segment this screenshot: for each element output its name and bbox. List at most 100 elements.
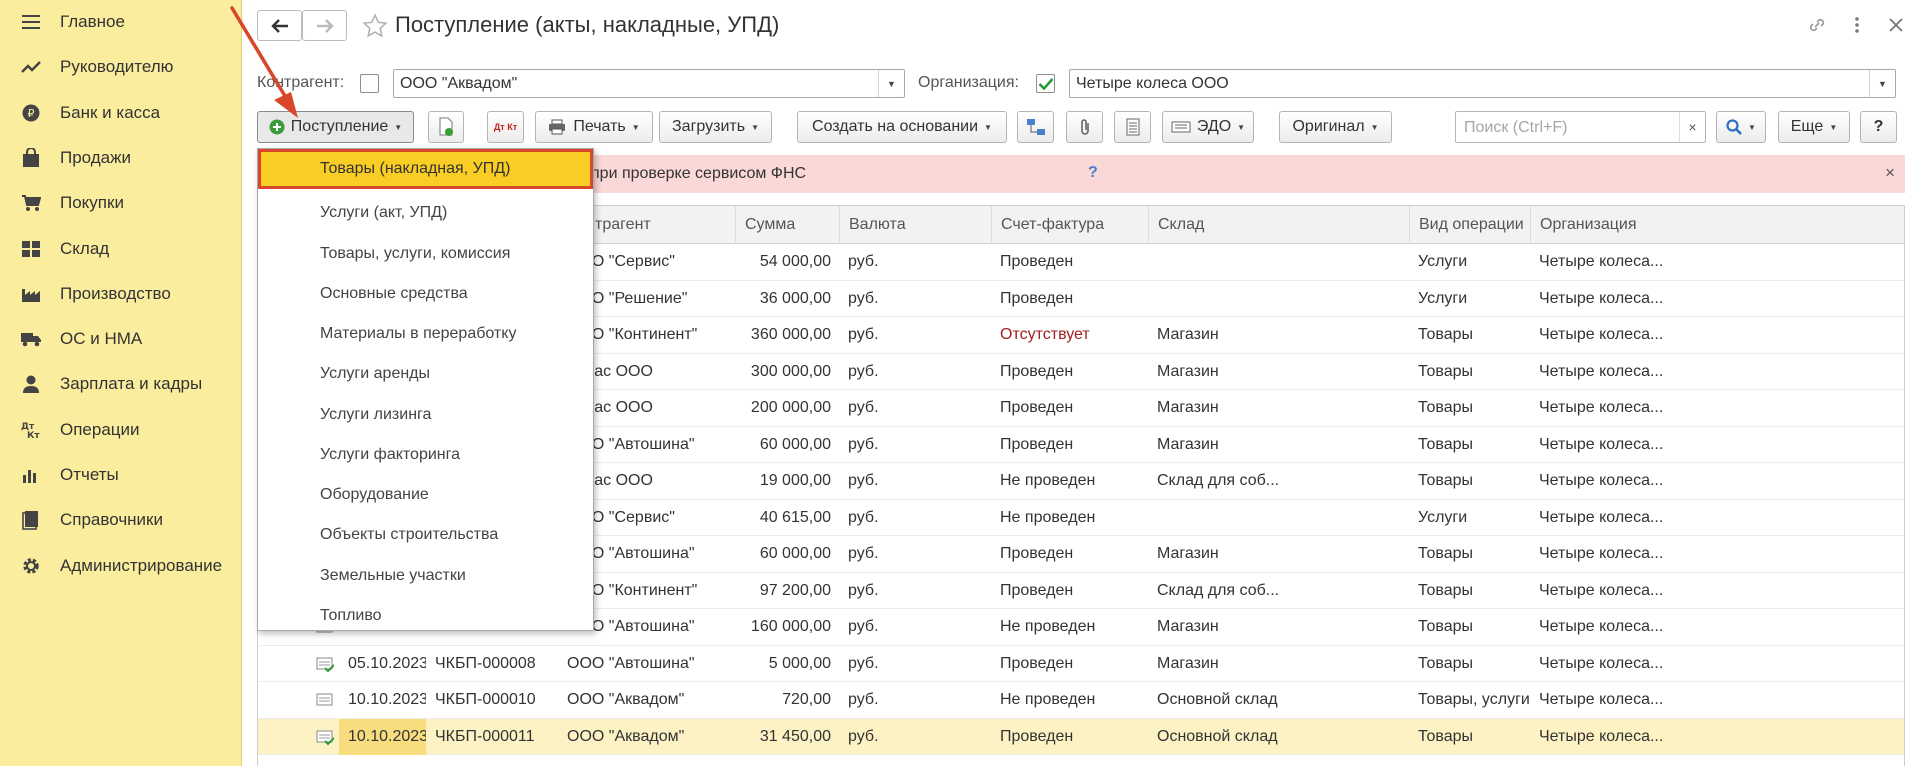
page-title: Поступление (акты, накладные, УПД) [395, 12, 780, 37]
menu-item[interactable]: Товары, услуги, комиссия [258, 234, 593, 274]
menu-item[interactable]: Услуги лизинга [258, 395, 593, 435]
menu-item[interactable]: Топливо [258, 596, 593, 636]
warehouse-icon [20, 238, 42, 260]
table-cell-org: Четыре колеса... [1539, 326, 1664, 343]
search-button[interactable]: ▼ [1716, 111, 1766, 143]
menu-item[interactable]: Услуги факторинга [258, 435, 593, 475]
back-button[interactable] [257, 10, 302, 41]
dtkt-button[interactable]: Дт Кт [487, 111, 524, 143]
table-header-cell[interactable]: Вид операции [1409, 206, 1530, 244]
table-cell-currency: руб. [848, 508, 879, 526]
table-cell-org: Четыре колеса... [1539, 508, 1664, 526]
search-placeholder: Поиск (Ctrl+F) [1464, 119, 1568, 136]
table-header-cell[interactable]: Валюта [839, 206, 991, 244]
table-cell-sum: 200 000,00 [750, 399, 831, 416]
document-add-icon [439, 117, 453, 136]
sidebar-item[interactable]: ОС и НМА [0, 319, 242, 359]
sidebar-item[interactable]: Продажи [0, 138, 242, 178]
warning-close-icon[interactable]: × [1885, 163, 1895, 183]
close-icon[interactable] [1885, 14, 1907, 36]
table-cell-operation: Товары, услуги, комиссия [1418, 691, 1530, 708]
menu-item[interactable]: Услуги (акт, УПД) [258, 193, 593, 233]
table-row[interactable]: 10.10.2023 ЧКБП-000011 ООО "Аквадом" 31 450… [258, 718, 1904, 755]
counterparty-field[interactable]: ООО "Аквадом" ▼ [393, 69, 905, 98]
structure-button[interactable] [1017, 111, 1054, 143]
arrow-right-icon [316, 18, 334, 33]
counterparty-value: ООО "Аквадом" [400, 75, 518, 92]
favorite-star-icon[interactable] [362, 13, 388, 44]
table-cell-org: Четыре колеса... [1539, 289, 1664, 307]
sidebar-item[interactable]: Покупки [0, 183, 242, 223]
sidebar-item[interactable]: Зарплата и кадры [0, 364, 242, 404]
table-header-cell[interactable]: Сумма [735, 206, 839, 244]
menu-item[interactable]: Оборудование [258, 475, 593, 515]
table-cell-sum: 160 000,00 [750, 618, 831, 635]
sidebar-item[interactable]: Производство [0, 274, 242, 314]
table-cell-invoice: Проведен [1000, 581, 1074, 599]
organization-checkbox[interactable] [1036, 74, 1055, 93]
table-row[interactable]: 10.10.2023 ЧКБП-000010 ООО "Аквадом" 720,00… [258, 682, 1904, 719]
table-cell-currency: руб. [848, 727, 879, 745]
table-cell-invoice: Не проведен [1000, 508, 1096, 526]
table-cell-sum: 54 000,00 [759, 253, 831, 270]
table-row[interactable]: 05.10.2023 ЧКБП-000008 ООО "Автошина" 5 000… [258, 646, 1904, 682]
chevron-down-icon[interactable]: ▼ [1869, 70, 1895, 97]
warning-help-icon[interactable]: ? [1088, 164, 1098, 182]
sidebar: Главное Руководителю ₽ Банк и касса Продажи П… [0, 0, 242, 766]
copy-document-button[interactable] [428, 111, 464, 143]
menu-item[interactable]: Основные средства [258, 274, 593, 314]
counterparty-checkbox[interactable] [360, 74, 379, 93]
list-button[interactable] [1114, 111, 1151, 143]
table-cell-sum: 720,00 [782, 691, 831, 708]
menu-item[interactable]: Объекты строительства [258, 515, 593, 555]
table-cell-org: Четыре колеса... [1539, 581, 1664, 599]
attach-button[interactable] [1066, 111, 1103, 143]
forward-button[interactable] [302, 10, 347, 41]
original-button[interactable]: Оригинал ▼ [1279, 111, 1392, 143]
bag-icon [20, 147, 42, 169]
hierarchy-icon [1026, 119, 1045, 135]
sidebar-item[interactable]: Справочники [0, 500, 242, 540]
receipt-button[interactable]: Поступление ▼ [257, 111, 414, 143]
create-based-on-button[interactable]: Создать на основании ▼ [797, 111, 1007, 143]
table-cell-currency: руб. [848, 326, 879, 343]
help-button[interactable]: ? [1860, 111, 1897, 143]
sidebar-item[interactable]: Отчеты [0, 455, 242, 495]
menu-item[interactable]: Услуги аренды [258, 354, 593, 394]
print-button[interactable]: Печать ▼ [535, 111, 653, 143]
gear-icon [20, 555, 42, 577]
search-input[interactable]: Поиск (Ctrl+F) × [1455, 111, 1706, 143]
sidebar-item[interactable]: Склад [0, 229, 242, 269]
table-cell-sum: 36 000,00 [759, 289, 831, 307]
table-cell-operation: Товары [1418, 362, 1474, 380]
table-cell-currency: руб. [848, 362, 879, 380]
table-header-cell[interactable]: Организация [1530, 206, 1904, 244]
chevron-down-icon[interactable]: ▼ [878, 70, 904, 97]
table-cell-currency: руб. [848, 399, 879, 416]
table-cell-warehouse: Магазин [1157, 545, 1219, 562]
table-cell-invoice: Не проведен [1000, 691, 1096, 708]
table-cell-number: ЧКБП-000011 [435, 727, 535, 745]
table-cell-currency: руб. [848, 581, 879, 599]
load-button[interactable]: Загрузить ▼ [659, 111, 772, 143]
table-cell-org: Четыре колеса... [1539, 618, 1664, 635]
more-vertical-icon[interactable] [1846, 14, 1868, 36]
menu-item-goods-selected[interactable]: Товары (накладная, УПД) [258, 149, 593, 189]
table-header-cell[interactable]: Склад [1148, 206, 1409, 244]
table-cell-counterparty: ООО "Аквадом" [567, 727, 685, 745]
more-button[interactable]: Еще ▼ [1778, 111, 1850, 143]
clear-search-icon[interactable]: × [1679, 112, 1705, 142]
organization-field[interactable]: Четыре колеса ООО ▼ [1069, 69, 1896, 98]
link-icon[interactable] [1806, 14, 1828, 36]
menu-item[interactable]: Земельные участки [258, 556, 593, 596]
sidebar-item[interactable]: Дт Кт Операции [0, 410, 242, 450]
sidebar-item[interactable]: Администрирование [0, 546, 242, 586]
table-cell-counterparty: ООО "Аквадом" [567, 691, 685, 708]
menu-item[interactable]: Материалы в переработку [258, 314, 593, 354]
sidebar-item[interactable]: Руководителю [0, 47, 242, 87]
sidebar-item-label: Продажи [60, 147, 131, 167]
table-header-cell[interactable]: Счет-фактура [991, 206, 1148, 244]
edo-button[interactable]: ЭДО ▼ [1162, 111, 1254, 143]
sidebar-item[interactable]: Главное [0, 2, 242, 42]
sidebar-item[interactable]: ₽ Банк и касса [0, 93, 242, 133]
